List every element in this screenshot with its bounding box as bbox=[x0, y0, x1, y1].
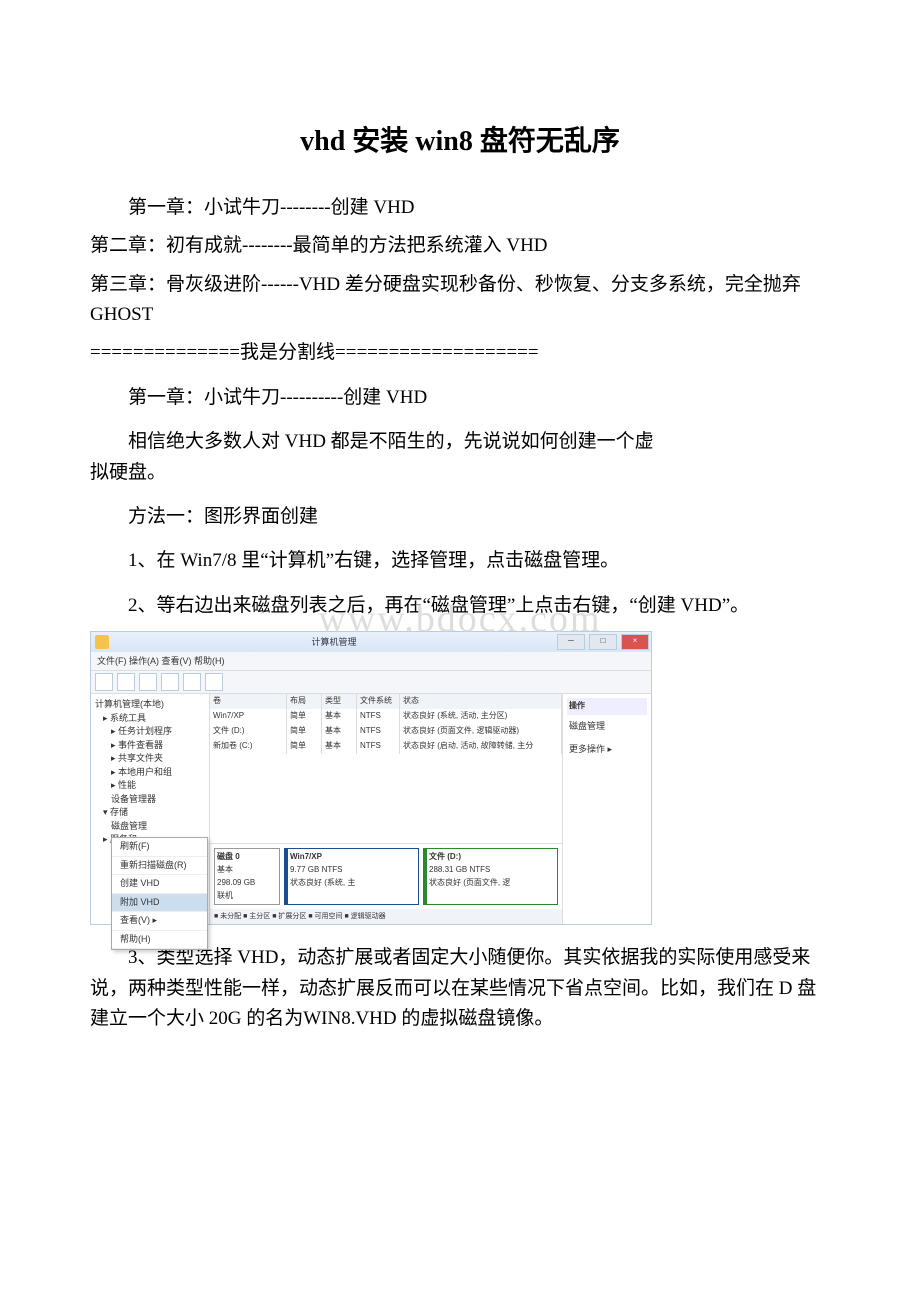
tree-disk-management[interactable]: 磁盘管理 刷新(F) 重新扫描磁盘(R) 创建 VHD 附加 VHD 查看(V)… bbox=[95, 820, 205, 834]
close-button[interactable]: × bbox=[621, 634, 649, 650]
nav-tree: 计算机管理(本地) ▸ 系统工具 ▸ 任务计划程序 ▸ 事件查看器 ▸ 共享文件… bbox=[91, 694, 210, 924]
tree-system-tools[interactable]: ▸ 系统工具 bbox=[95, 712, 205, 726]
toc-chapter-2: 第二章：初有成就--------最简单的方法把系统灌入 VHD bbox=[90, 231, 830, 261]
col-volume[interactable]: 卷 bbox=[210, 694, 287, 709]
toolbar bbox=[91, 671, 651, 694]
ctx-help[interactable]: 帮助(H) bbox=[112, 931, 207, 950]
ctx-create-vhd[interactable]: 创建 VHD bbox=[112, 875, 207, 894]
window-title: 计算机管理 bbox=[113, 635, 555, 649]
separator-line: ==============我是分割线=================== bbox=[90, 338, 830, 368]
tree-device-manager[interactable]: 设备管理器 bbox=[95, 793, 205, 807]
maximize-button[interactable]: □ bbox=[589, 634, 617, 650]
tree-task-scheduler[interactable]: ▸ 任务计划程序 bbox=[95, 725, 205, 739]
tree-storage[interactable]: ▾ 存储 bbox=[95, 806, 205, 820]
toolbar-forward-icon[interactable] bbox=[117, 673, 135, 691]
partition-2[interactable]: 文件 (D:) 288.31 GB NTFS 状态良好 (页面文件, 逻 bbox=[423, 848, 558, 905]
actions-link-1[interactable]: 磁盘管理 bbox=[567, 715, 647, 737]
toc-chapter-3: 第三章：骨灰级进阶------VHD 差分硬盘实现秒备份、秒恢复、分支多系统，完… bbox=[90, 270, 830, 331]
toolbar-back-icon[interactable] bbox=[95, 673, 113, 691]
grid-header: 卷 布局 类型 文件系统 状态 bbox=[210, 694, 562, 709]
partition-1[interactable]: Win7/XP 9.77 GB NTFS 状态良好 (系统, 主 bbox=[284, 848, 419, 905]
toc-chapter-1: 第一章：小试牛刀--------创建 VHD bbox=[90, 193, 830, 223]
col-type[interactable]: 类型 bbox=[322, 694, 357, 709]
grid-row[interactable]: 新加卷 (C:)简单基本NTFS状态良好 (启动, 活动, 故障转储, 主分 bbox=[210, 739, 562, 754]
method-1-heading: 方法一：图形界面创建 bbox=[90, 502, 830, 532]
window-titlebar: 计算机管理 ─ □ × bbox=[91, 632, 651, 652]
col-layout[interactable]: 布局 bbox=[287, 694, 322, 709]
toolbar-icon[interactable] bbox=[205, 673, 223, 691]
tree-shared-folders[interactable]: ▸ 共享文件夹 bbox=[95, 752, 205, 766]
grid-row[interactable]: Win7/XP简单基本NTFS状态良好 (系统, 活动, 主分区) bbox=[210, 709, 562, 724]
step-1: 1、在 Win7/8 里“计算机”右键，选择管理，点击磁盘管理。 bbox=[90, 546, 830, 576]
col-status[interactable]: 状态 bbox=[400, 694, 562, 709]
col-fs[interactable]: 文件系统 bbox=[357, 694, 400, 709]
step-3: 3、类型选择 VHD，动态扩展或者固定大小随便你。其实依据我的实际使用感受来说，… bbox=[90, 943, 830, 1034]
step-2: 2、等右边出来磁盘列表之后，再在“磁盘管理”上点击右键，“创建 VHD”。 bbox=[90, 591, 830, 621]
volume-grid: 卷 布局 类型 文件系统 状态 Win7/XP简单基本NTFS状态良好 (系统,… bbox=[210, 694, 562, 844]
app-icon bbox=[95, 635, 109, 649]
disk-info[interactable]: 磁盘 0 基本 298.09 GB 联机 bbox=[214, 848, 280, 905]
chapter-1-heading: 第一章：小试牛刀----------创建 VHD bbox=[90, 383, 830, 413]
ctx-refresh[interactable]: 刷新(F) bbox=[112, 838, 207, 857]
disk-legend: ■ 未分配 ■ 主分区 ■ 扩展分区 ■ 可用空间 ■ 逻辑驱动器 bbox=[210, 909, 562, 924]
ctx-attach-vhd[interactable]: 附加 VHD bbox=[112, 894, 207, 913]
disk-layout: 磁盘 0 基本 298.09 GB 联机 Win7/XP 9.77 GB NTF… bbox=[210, 844, 562, 909]
actions-heading: 操作 bbox=[567, 698, 647, 715]
paragraph-intro-cont: 拟硬盘。 bbox=[90, 458, 830, 488]
toolbar-icon[interactable] bbox=[139, 673, 157, 691]
actions-link-2[interactable]: 更多操作 ▸ bbox=[567, 738, 647, 760]
tree-local-users[interactable]: ▸ 本地用户和组 bbox=[95, 766, 205, 780]
tree-event-viewer[interactable]: ▸ 事件查看器 bbox=[95, 739, 205, 753]
toolbar-icon[interactable] bbox=[161, 673, 179, 691]
tree-performance[interactable]: ▸ 性能 bbox=[95, 779, 205, 793]
grid-row[interactable]: 文件 (D:)简单基本NTFS状态良好 (页面文件, 逻辑驱动器) bbox=[210, 724, 562, 739]
context-menu: 刷新(F) 重新扫描磁盘(R) 创建 VHD 附加 VHD 查看(V) ▸ 帮助… bbox=[111, 837, 208, 950]
actions-pane: 操作 磁盘管理 更多操作 ▸ bbox=[562, 694, 651, 924]
ctx-rescan[interactable]: 重新扫描磁盘(R) bbox=[112, 857, 207, 876]
menubar[interactable]: 文件(F) 操作(A) 查看(V) 帮助(H) bbox=[91, 652, 651, 671]
toolbar-icon[interactable] bbox=[183, 673, 201, 691]
minimize-button[interactable]: ─ bbox=[557, 634, 585, 650]
tree-root[interactable]: 计算机管理(本地) bbox=[95, 698, 205, 712]
ctx-view[interactable]: 查看(V) ▸ bbox=[112, 912, 207, 931]
paragraph-intro: 相信绝大多数人对 VHD 都是不陌生的，先说说如何创建一个虚 bbox=[90, 427, 830, 457]
document-title: vhd 安装 win8 盘符无乱序 bbox=[90, 120, 830, 165]
screenshot-disk-management: 计算机管理 ─ □ × 文件(F) 操作(A) 查看(V) 帮助(H) 计算机管… bbox=[90, 631, 652, 925]
